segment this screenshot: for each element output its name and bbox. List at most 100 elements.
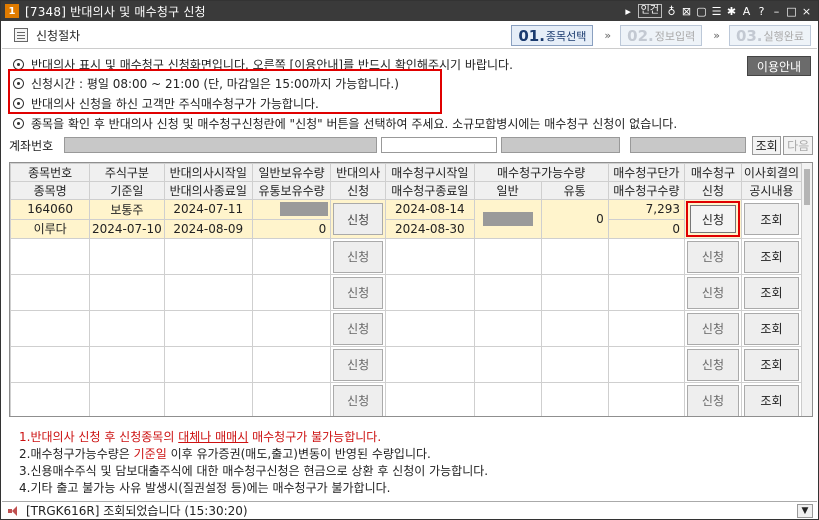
status-bar: [TRGK616R] 조회되었습니다 (15:30:20) ▼ — [2, 501, 817, 519]
stock-grid: 종목번호 주식구분 반대의사시작일 일반보유수량 반대의사 매수청구시작일 매수… — [9, 162, 813, 417]
col-buy-start: 매수청구시작일 — [385, 163, 475, 182]
col-general-qty: 일반보유수량 — [251, 163, 332, 182]
col-opp-apply: 반대의사 — [330, 163, 387, 182]
empty-cell: 조회 — [740, 274, 803, 311]
account-type-field[interactable] — [381, 137, 498, 153]
close-icon[interactable]: × — [801, 6, 812, 17]
col-board: 이사회결의 — [740, 163, 803, 182]
query-button[interactable]: 조회 — [751, 135, 782, 155]
buy-apply-highlight: 신청 — [686, 201, 740, 237]
empty-cell — [10, 238, 91, 275]
empty-cell — [89, 382, 165, 416]
empty-notice-button[interactable]: 조회 — [743, 276, 799, 309]
menu-arrow-icon[interactable]: ▸ — [623, 6, 634, 17]
restore-icon[interactable]: □ — [786, 6, 797, 17]
buy-apply-button[interactable]: 신청 — [690, 205, 736, 233]
buy-end-date: 2024-08-30 — [385, 218, 475, 239]
minimize-icon[interactable]: – — [771, 6, 782, 17]
pin-icon[interactable]: ♁ — [666, 6, 677, 17]
link-button[interactable]: 인건 — [637, 4, 662, 18]
empty-cell — [89, 238, 165, 275]
maximize-icon[interactable]: ⊠ — [681, 6, 692, 17]
empty-cell: 신청 — [330, 382, 387, 416]
empty-cell — [163, 382, 253, 416]
empty-cell — [385, 346, 475, 383]
empty-cell: 신청 — [684, 238, 742, 275]
list-icon[interactable]: ☰ — [711, 6, 722, 17]
window-number-badge: 1 — [5, 4, 19, 18]
empty-cell — [473, 238, 542, 275]
title-bar-controls: ▸ 인건 ♁ ⊠ ▢ ☰ ✱ A ? – □ × — [623, 4, 812, 18]
empty-buy-apply-button[interactable]: 신청 — [687, 348, 739, 381]
empty-notice-button[interactable]: 조회 — [743, 348, 799, 381]
unit-price: 7,293 — [607, 199, 686, 220]
usage-guide-button[interactable]: 이용안내 — [747, 56, 811, 76]
account-name-field[interactable] — [501, 137, 620, 153]
opp-start-date: 2024-07-11 — [163, 199, 253, 220]
procedure-header: 신청절차 01. 종목선택 » 02. 정보입력 » 03. 실행완료 — [2, 22, 817, 49]
empty-cell — [385, 274, 475, 311]
empty-cell — [540, 346, 609, 383]
base-date: 2024-07-10 — [89, 218, 165, 239]
empty-cell — [607, 382, 686, 416]
opp-apply-cell: 신청 — [330, 199, 387, 239]
col-buy-qty: 매수청구수량 — [607, 181, 686, 200]
empty-cell: 신청 — [684, 346, 742, 383]
opp-apply-button[interactable]: 신청 — [333, 203, 384, 235]
settings-icon[interactable]: ✱ — [726, 6, 737, 17]
stock-type: 보통주 — [89, 199, 165, 220]
empty-buy-apply-button[interactable]: 신청 — [687, 384, 739, 416]
next-button[interactable]: 다음 — [783, 135, 813, 155]
col-buy-end: 매수청구종료일 — [385, 181, 475, 200]
empty-notice-button[interactable]: 조회 — [743, 240, 799, 273]
empty-opp-apply-button[interactable]: 신청 — [333, 348, 384, 381]
empty-cell: 신청 — [684, 310, 742, 347]
empty-cell: 조회 — [740, 310, 803, 347]
header-row-bottom: 종목명 기준일 반대의사종료일 유통보유수량 신청 매수청구종료일 일반 유통 … — [10, 181, 803, 200]
notice-button[interactable]: 조회 — [743, 203, 799, 235]
account-password-field[interactable] — [629, 137, 746, 153]
empty-cell — [473, 382, 542, 416]
empty-cell — [607, 274, 686, 311]
table-row[interactable]: 164060 보통주 2024-07-11 신청 2024-08-14 0 7,… — [10, 199, 803, 239]
empty-cell — [163, 274, 253, 311]
status-dropdown-icon[interactable]: ▼ — [797, 503, 813, 518]
empty-cell — [163, 238, 253, 275]
table-row-sub[interactable]: 이루다 2024-07-10 2024-08-09 0 2024-08-30 0 — [10, 218, 802, 239]
empty-cell — [473, 310, 542, 347]
col-avail-general: 일반 — [473, 181, 542, 200]
buy-qty: 0 — [607, 218, 686, 239]
general-qty — [251, 199, 332, 220]
text-size-icon[interactable]: A — [741, 6, 752, 17]
col-buy-available: 매수청구가능수량 — [473, 163, 609, 182]
account-number-field[interactable] — [64, 137, 378, 153]
empty-cell: 조회 — [740, 238, 803, 275]
empty-row: 신청 신청 조회 — [10, 274, 803, 311]
help-icon[interactable]: ? — [756, 6, 767, 17]
empty-opp-apply-button[interactable]: 신청 — [333, 240, 384, 273]
grid-scrollbar[interactable] — [801, 163, 812, 416]
buy-apply-cell: 신청 — [684, 199, 742, 239]
empty-buy-apply-button[interactable]: 신청 — [687, 276, 739, 309]
account-label: 계좌번호 — [9, 138, 54, 153]
empty-notice-button[interactable]: 조회 — [743, 312, 799, 345]
empty-cell — [540, 382, 609, 416]
empty-cell: 신청 — [330, 310, 387, 347]
col-base-date: 기준일 — [89, 181, 165, 200]
empty-opp-apply-button[interactable]: 신청 — [333, 312, 384, 345]
empty-buy-apply-button[interactable]: 신청 — [687, 240, 739, 273]
step-input-info: 02. 정보입력 — [620, 25, 703, 46]
col-code: 종목번호 — [10, 163, 91, 182]
stock-name: 이루다 — [10, 218, 91, 239]
empty-opp-apply-button[interactable]: 신청 — [333, 384, 384, 416]
empty-notice-button[interactable]: 조회 — [743, 384, 799, 416]
buy-start-date: 2024-08-14 — [385, 199, 475, 220]
empty-cell — [540, 310, 609, 347]
empty-opp-apply-button[interactable]: 신청 — [333, 276, 384, 309]
highlight-box — [8, 69, 442, 114]
account-bar: 계좌번호 조회 다음 — [9, 134, 813, 156]
empty-buy-apply-button[interactable]: 신청 — [687, 312, 739, 345]
empty-cell — [251, 238, 332, 275]
scrollbar-thumb[interactable] — [804, 169, 810, 205]
window-icon[interactable]: ▢ — [696, 6, 707, 17]
